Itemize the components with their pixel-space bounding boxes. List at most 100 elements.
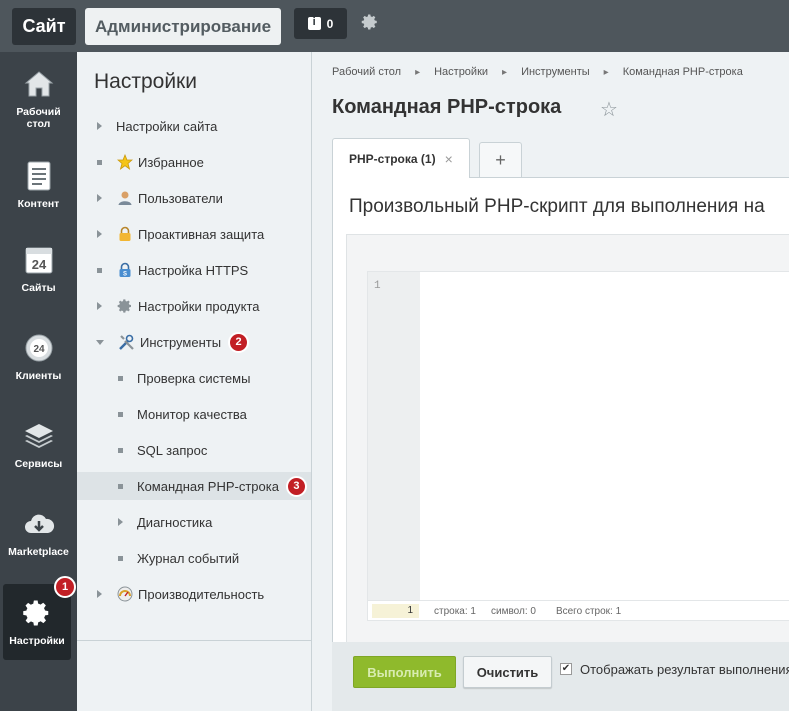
tab-php-line[interactable]: PHP-строка (1) × — [332, 138, 470, 178]
menu-item-proactive-protection[interactable]: Проактивная защита — [77, 220, 311, 248]
breadcrumb: Рабочий стол ▸ Настройки ▸ Инструменты ▸… — [332, 66, 743, 78]
line-gutter: 1 — [368, 272, 420, 600]
menu-item-product-settings[interactable]: Настройки продукта — [77, 292, 311, 320]
home-icon — [23, 68, 55, 100]
sidebar-item-label: Контент — [17, 198, 60, 210]
add-tab-button[interactable]: + — [479, 142, 522, 178]
main-sidebar: Рабочий стол Контент 24 Сайты 24 Клиенты… — [0, 52, 77, 711]
menu-item-label: Диагностика — [137, 514, 213, 530]
chevron-down-icon — [96, 339, 104, 345]
breadcrumb-item[interactable]: Инструменты — [521, 66, 590, 78]
breadcrumb-separator-icon: ▸ — [415, 66, 421, 78]
menu-item-sql-query[interactable]: SQL запрос — [77, 436, 311, 464]
menu-item-performance[interactable]: Производительность — [77, 580, 311, 608]
favorite-star-icon[interactable]: ☆ — [600, 97, 618, 122]
breadcrumb-item[interactable]: Настройки — [434, 66, 488, 78]
bullet-icon — [118, 375, 123, 381]
layers-icon — [23, 420, 55, 452]
status-total-lines: Всего строк: 1 — [555, 605, 622, 617]
menu-item-site-settings[interactable]: Настройки сайта — [77, 112, 311, 140]
svg-text:S: S — [122, 272, 126, 278]
editor-container: 1 1 строка: 1 символ: 0 Всего строк: 1 — [346, 234, 789, 643]
sidebar-item-label: Клиенты — [15, 370, 62, 382]
menu-item-label: Пользователи — [138, 190, 223, 206]
clear-button[interactable]: Очистить — [463, 656, 552, 688]
script-description: Произвольный PHP-скрипт для выполнения н… — [349, 196, 765, 217]
info-icon — [307, 16, 321, 30]
sidebar-item-marketplace[interactable]: Marketplace — [0, 508, 77, 558]
sidebar-item-content[interactable]: Контент — [0, 160, 77, 210]
menu-item-diagnostics[interactable]: Диагностика — [77, 508, 311, 536]
breadcrumb-item[interactable]: Командная PHP-строка — [623, 66, 743, 78]
notifications-button[interactable]: 0 — [294, 8, 347, 39]
menu-item-system-check[interactable]: Проверка системы — [77, 364, 311, 392]
sidebar-item-label: Рабочий стол — [16, 106, 61, 130]
menu-item-favorites[interactable]: Избранное — [77, 148, 311, 176]
main-content: Рабочий стол ▸ Настройки ▸ Инструменты ▸… — [312, 52, 789, 711]
svg-text:24: 24 — [31, 257, 46, 272]
chevron-right-icon — [97, 230, 102, 238]
menu-item-https[interactable]: S Настройка HTTPS — [77, 256, 311, 284]
gear-icon[interactable] — [360, 12, 380, 32]
breadcrumb-separator-icon: ▸ — [502, 66, 508, 78]
sidebar-item-desktop[interactable]: Рабочий стол — [0, 68, 77, 130]
sidebar-item-label: Marketplace — [8, 546, 69, 558]
current-line-indicator: 1 — [372, 604, 419, 618]
code-editor[interactable]: 1 1 строка: 1 символ: 0 Всего строк: 1 — [367, 271, 789, 621]
show-result-checkbox[interactable]: ✔ — [560, 663, 572, 675]
menu-item-label: Проверка системы — [137, 370, 251, 386]
menu-title: Настройки — [94, 70, 197, 93]
close-icon[interactable]: × — [445, 151, 453, 167]
admin-button[interactable]: Администрирование — [85, 8, 281, 45]
user-icon — [116, 190, 133, 207]
bullet-icon — [118, 483, 123, 489]
speedometer-icon — [116, 586, 133, 603]
document-icon — [23, 160, 55, 192]
bullet-icon — [97, 267, 102, 273]
menu-item-label: Журнал событий — [137, 550, 240, 566]
tools-badge: 2 — [228, 331, 250, 353]
sidebar-item-sites[interactable]: 24 Сайты — [0, 244, 77, 294]
lock-icon — [116, 226, 133, 243]
star-icon — [116, 154, 133, 171]
settings-gear-icon — [116, 298, 133, 315]
cloud-download-icon — [23, 508, 55, 540]
top-bar: Сайт Администрирование 0 — [0, 0, 789, 52]
menu-item-label: Настройки сайта — [116, 118, 218, 134]
bullet-icon — [118, 411, 123, 417]
tab-content: Произвольный PHP-скрипт для выполнения н… — [332, 177, 789, 643]
chevron-right-icon — [97, 590, 102, 598]
site-button[interactable]: Сайт — [12, 8, 76, 45]
run-button[interactable]: Выполнить — [353, 656, 456, 688]
menu-item-label: Командная PHP-строка — [137, 478, 279, 494]
menu-item-quality-monitor[interactable]: Монитор качества — [77, 400, 311, 428]
breadcrumb-item[interactable]: Рабочий стол — [332, 66, 401, 78]
menu-item-php-command-line[interactable]: Командная PHP-строка 3 — [77, 472, 311, 500]
menu-item-users[interactable]: Пользователи — [77, 184, 311, 212]
chevron-right-icon — [97, 302, 102, 310]
sidebar-item-label: Настройки — [9, 635, 65, 647]
settings-menu: Настройки Настройки сайта Избранное Поль… — [77, 52, 312, 711]
chevron-right-icon — [97, 122, 102, 130]
menu-divider — [77, 640, 311, 641]
calendar-24-icon: 24 — [23, 244, 55, 276]
sidebar-item-services[interactable]: Сервисы — [0, 420, 77, 470]
bullet-icon — [97, 159, 102, 165]
menu-item-event-log[interactable]: Журнал событий — [77, 544, 311, 572]
menu-item-label: Монитор качества — [137, 406, 247, 422]
menu-item-label: Настройки продукта — [138, 298, 260, 314]
menu-item-label: Инструменты — [140, 334, 222, 350]
settings-badge: 1 — [54, 576, 76, 598]
menu-item-tools[interactable]: Инструменты 2 — [77, 328, 311, 356]
clients-24-icon: 24 — [23, 332, 55, 364]
https-lock-icon: S — [116, 262, 133, 279]
chevron-right-icon — [97, 194, 102, 202]
chevron-right-icon — [118, 518, 123, 526]
notifications-count: 0 — [326, 16, 334, 31]
action-footer: Выполнить Очистить ✔ Отображать результа… — [332, 642, 789, 711]
tools-icon — [118, 334, 135, 351]
sidebar-item-clients[interactable]: 24 Клиенты — [0, 332, 77, 382]
menu-item-label: Настройка HTTPS — [138, 262, 249, 278]
bullet-icon — [118, 555, 123, 561]
status-symbol: символ: 0 — [490, 605, 536, 617]
